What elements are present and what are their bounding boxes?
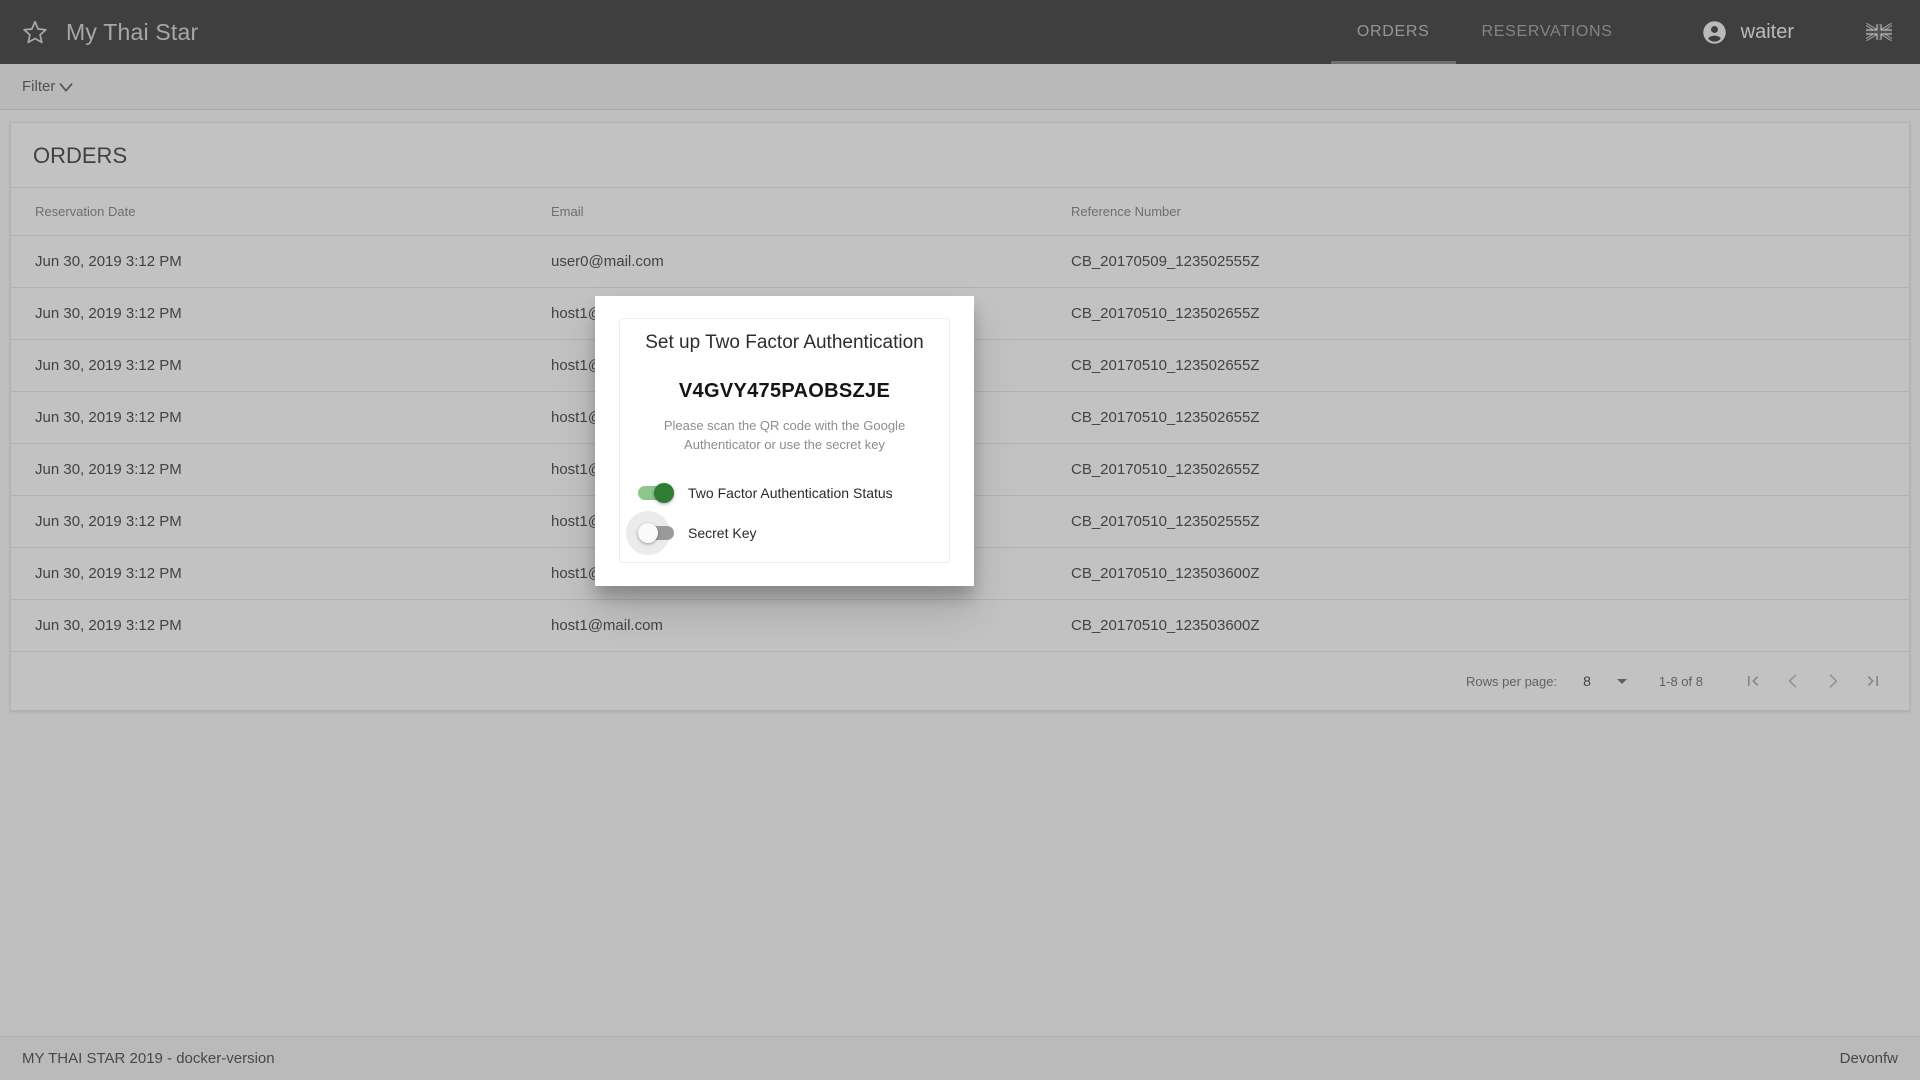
two-factor-status-label: Two Factor Authentication Status [688,485,893,502]
two-factor-status-toggle-row[interactable]: Two Factor Authentication Status [638,476,931,510]
secret-key-value: V4GVY475PAOBSZJE [678,379,891,402]
dialog-content: Set up Two Factor Authentication V4GVY47… [619,318,950,563]
secret-key-toggle-row[interactable]: Secret Key [626,511,931,556]
secret-key-toggle[interactable] [626,511,674,556]
secret-key-label: Secret Key [688,525,757,542]
toggle-thumb [654,483,674,504]
dialog-help-text: Please scan the QR code with the Google … [663,417,906,452]
two-factor-status-toggle[interactable] [638,483,674,504]
two-factor-setup-dialog: Set up Two Factor Authentication V4GVY47… [595,296,974,586]
app-root: My Thai Star ORDERS RESERVATIONS waiter [0,0,1920,1080]
dialog-title: Set up Two Factor Authentication [645,332,924,353]
